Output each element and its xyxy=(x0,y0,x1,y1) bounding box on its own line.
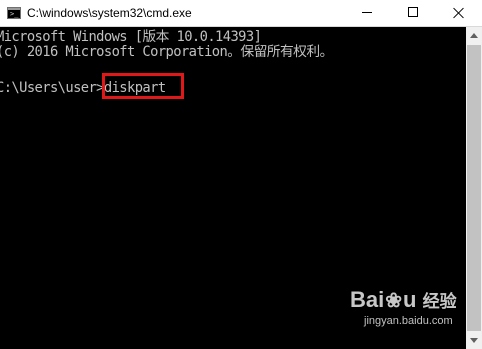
scroll-thumb[interactable] xyxy=(467,45,481,331)
prompt-glyph: >_ xyxy=(10,10,19,18)
watermark-logo-right: u xyxy=(403,287,417,312)
watermark-logo-cn: 经验 xyxy=(422,292,457,312)
cmd-app-icon[interactable]: >_ xyxy=(7,7,21,19)
watermark-logo-left: Bai xyxy=(350,287,385,312)
command-highlight-box xyxy=(102,73,184,99)
title-bar[interactable]: >_ C:\windows\system32\cmd.exe xyxy=(0,0,482,27)
console-line-copyright: (c) 2016 Microsoft Corporation。保留所有权利。 xyxy=(0,44,333,60)
baidu-jingyan-watermark: Bai❀u 经验 jingyan.baidu.com xyxy=(350,286,466,346)
cmd-window: >_ C:\windows\system32\cmd.exe Microsoft… xyxy=(0,0,482,349)
console-line-version: Microsoft Windows [版本 10.0.14393] xyxy=(0,29,262,45)
vertical-scrollbar[interactable] xyxy=(466,27,482,349)
close-icon xyxy=(453,7,465,19)
maximize-icon xyxy=(408,7,418,17)
minimize-button[interactable] xyxy=(344,0,390,26)
close-button[interactable] xyxy=(436,0,482,26)
minimize-icon xyxy=(362,12,372,13)
maximize-button[interactable] xyxy=(390,0,436,26)
paw-icon: ❀ xyxy=(385,290,403,312)
window-title: C:\windows\system32\cmd.exe xyxy=(27,6,192,20)
scroll-down-arrow-icon[interactable] xyxy=(466,332,482,349)
watermark-logo: Bai❀u 经验 xyxy=(350,286,457,316)
prompt-path: C:\Users\user> xyxy=(0,80,104,96)
scroll-up-arrow-icon[interactable] xyxy=(466,27,482,44)
watermark-url: jingyan.baidu.com xyxy=(364,315,453,327)
